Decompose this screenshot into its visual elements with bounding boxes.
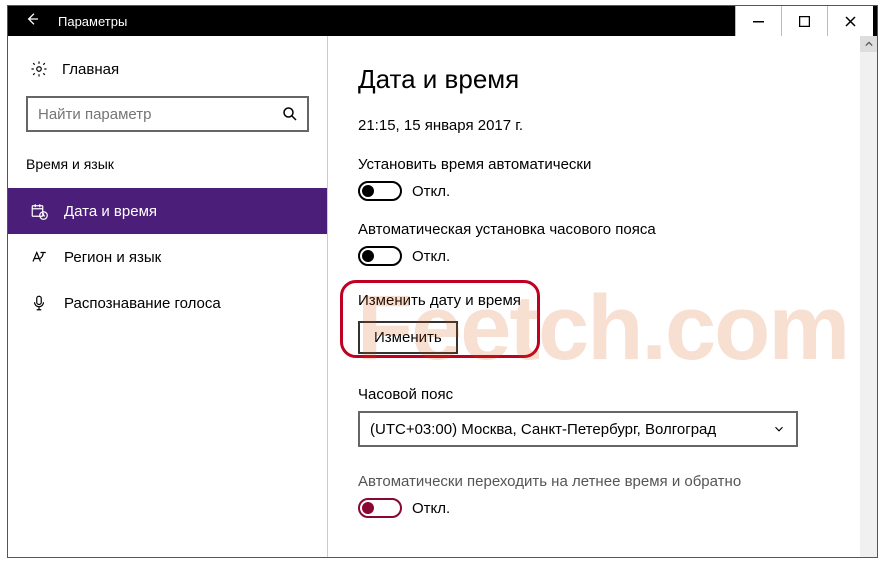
- home-label: Главная: [62, 61, 119, 78]
- content-pane: Дата и время 21:15, 15 января 2017 г. Ус…: [328, 36, 877, 557]
- close-button[interactable]: [827, 6, 873, 36]
- page-heading: Дата и время: [358, 64, 847, 95]
- sidebar-group-title: Время и язык: [8, 150, 327, 188]
- microphone-icon: [30, 294, 48, 312]
- scrollbar[interactable]: [860, 36, 877, 557]
- language-icon: [30, 248, 48, 266]
- gear-icon: [30, 60, 48, 78]
- sidebar: Главная Время и язык Дата и время Ре: [8, 36, 328, 557]
- home-link[interactable]: Главная: [8, 52, 327, 96]
- dst-toggle[interactable]: [358, 498, 402, 518]
- auto-time-toggle[interactable]: [358, 181, 402, 201]
- minimize-button[interactable]: [735, 6, 781, 36]
- auto-timezone-label: Автоматическая установка часового пояса: [358, 221, 847, 238]
- sidebar-item-label: Дата и время: [64, 203, 157, 220]
- auto-time-label: Установить время автоматически: [358, 156, 847, 173]
- sidebar-item-label: Распознавание голоса: [64, 295, 221, 312]
- calendar-clock-icon: [30, 202, 48, 220]
- change-datetime-label: Изменить дату и время: [358, 292, 847, 309]
- dst-state: Откл.: [412, 500, 450, 517]
- titlebar: Параметры: [8, 6, 877, 36]
- chevron-down-icon: [772, 422, 786, 436]
- auto-timezone-state: Откл.: [412, 248, 450, 265]
- sidebar-item-label: Регион и язык: [64, 249, 161, 266]
- sidebar-item-speech[interactable]: Распознавание голоса: [8, 280, 327, 326]
- timezone-label: Часовой пояс: [358, 386, 847, 403]
- current-datetime: 21:15, 15 января 2017 г.: [358, 117, 847, 134]
- sidebar-item-date-time[interactable]: Дата и время: [8, 188, 327, 234]
- dst-label: Автоматически переходить на летнее время…: [358, 473, 847, 490]
- auto-time-state: Откл.: [412, 183, 450, 200]
- change-datetime-button[interactable]: Изменить: [358, 321, 458, 354]
- auto-timezone-toggle[interactable]: [358, 246, 402, 266]
- scroll-up-button[interactable]: [860, 36, 877, 52]
- search-icon: [281, 105, 299, 123]
- maximize-button[interactable]: [781, 6, 827, 36]
- timezone-select[interactable]: (UTC+03:00) Москва, Санкт-Петербург, Вол…: [358, 411, 798, 447]
- timezone-value: (UTC+03:00) Москва, Санкт-Петербург, Вол…: [370, 421, 716, 438]
- window-title: Параметры: [52, 14, 127, 29]
- sidebar-item-region-language[interactable]: Регион и язык: [8, 234, 327, 280]
- back-button[interactable]: [12, 11, 52, 32]
- search-input[interactable]: [26, 96, 309, 132]
